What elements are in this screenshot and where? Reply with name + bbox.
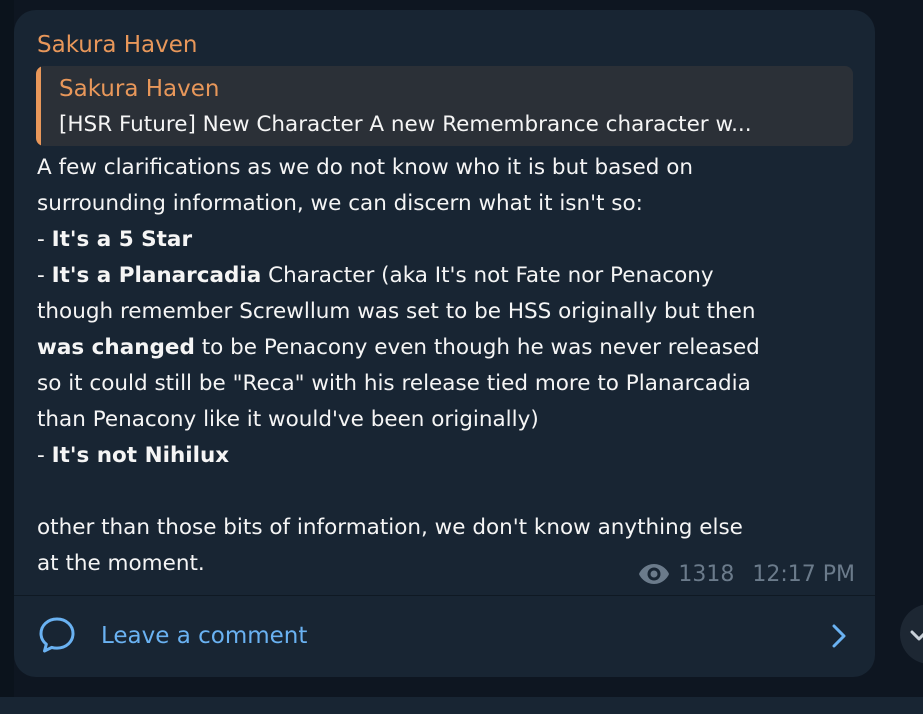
message-line: than Penacony like it would've been orig…: [37, 407, 539, 432]
bold-text: It's a Planarcadia: [51, 263, 262, 288]
message-bubble: Sakura Haven Sakura Haven [HSR Future] N…: [14, 10, 875, 677]
message-line: - It's a 5 Star: [37, 227, 193, 252]
reply-sender-name: Sakura Haven: [59, 76, 220, 102]
bold-text: It's a 5 Star: [51, 227, 193, 252]
reply-accent-bar: [36, 66, 41, 146]
message-line: - It's not Nihilux: [37, 443, 230, 468]
message-line: though remember Screwllum was set to be …: [37, 299, 756, 324]
message-line: A few clarifications as we do not know w…: [37, 155, 693, 180]
bold-text: was changed: [37, 335, 195, 360]
message-meta: 1318 12:17 PM: [638, 559, 855, 589]
scroll-down-icon: [910, 630, 923, 641]
message-line: so it could still be "Reca" with his rel…: [37, 371, 751, 396]
sender-name[interactable]: Sakura Haven: [37, 30, 197, 60]
reply-quote[interactable]: Sakura Haven [HSR Future] New Character …: [36, 66, 853, 146]
message-line: was changed to be Penacony even though h…: [37, 335, 760, 360]
message-line: - It's a Planarcadia Character (aka It's…: [37, 263, 714, 288]
view-count: 1318: [678, 561, 735, 587]
scroll-down-button[interactable]: [900, 604, 923, 664]
eye-icon: [639, 564, 670, 584]
bottom-panel: [0, 697, 923, 714]
reply-preview-text: [HSR Future] New Character A new Remembr…: [59, 112, 752, 137]
message-text: A few clarifications as we do not know w…: [37, 150, 857, 582]
comment-bubble-icon: [39, 617, 75, 653]
message-line: surrounding information, we can discern …: [37, 191, 643, 216]
chat-left-strip: [0, 0, 14, 714]
leave-comment-label: Leave a comment: [101, 623, 308, 649]
chevron-right-icon: [832, 624, 846, 648]
message-time: 12:17 PM: [752, 561, 855, 587]
message-line: other than those bits of information, we…: [37, 515, 743, 540]
leave-comment-button[interactable]: Leave a comment: [14, 596, 875, 677]
bold-text: It's not Nihilux: [51, 443, 230, 468]
